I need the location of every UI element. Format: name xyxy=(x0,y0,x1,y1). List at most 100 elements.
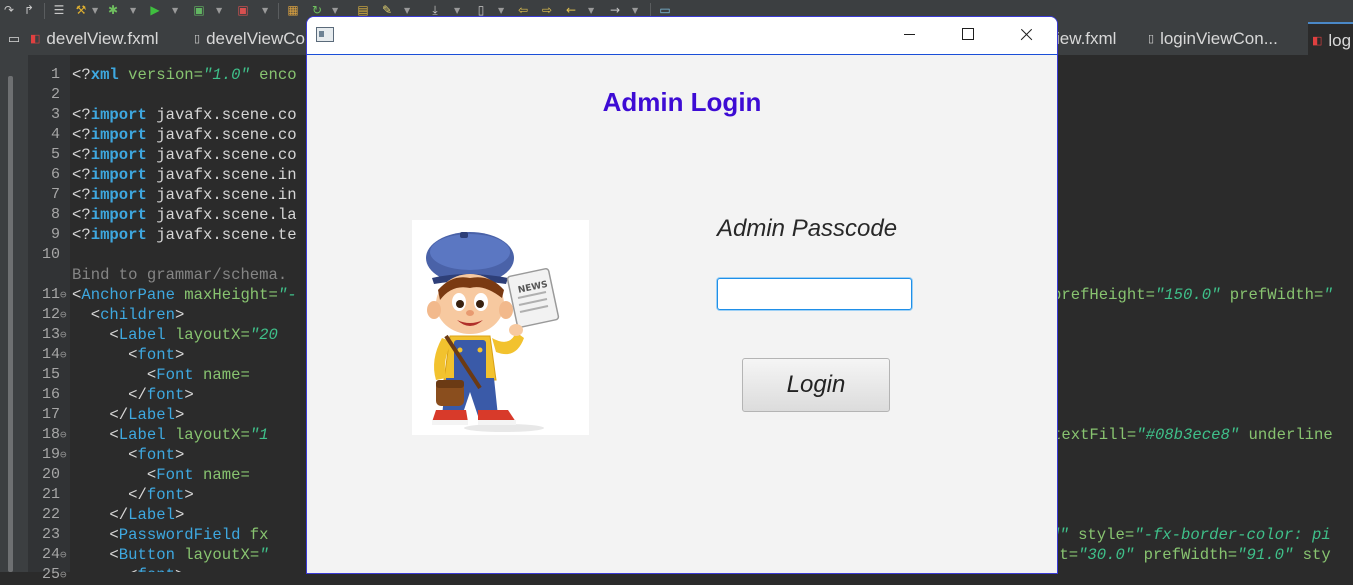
build-icon[interactable]: ⚒ xyxy=(74,3,88,17)
debug-icon[interactable]: ✱ xyxy=(106,3,120,17)
forward-icon[interactable]: → xyxy=(608,3,622,17)
toolbar-separator xyxy=(44,3,45,19)
tab-devel-view-controller[interactable]: ▯ develViewCo xyxy=(194,22,306,55)
nav-down-icon[interactable]: ⤓ xyxy=(428,3,442,17)
restore-icon[interactable]: ▭ xyxy=(0,22,28,55)
code-token: </ xyxy=(72,506,129,524)
newsboy-illustration: NEWS xyxy=(426,232,560,432)
chevron-down-icon[interactable]: ▼ xyxy=(216,4,222,18)
run-icon[interactable]: ▶ xyxy=(148,3,162,17)
line-number: 25 xyxy=(41,566,60,583)
code-line: Bind to grammar/schema. xyxy=(72,265,287,285)
back-icon[interactable]: ← xyxy=(564,3,578,17)
code-token: javafx.scene.co xyxy=(146,106,297,124)
line-number: 4 xyxy=(50,126,60,143)
code-token: </ xyxy=(72,386,147,404)
code-line: <Button layoutX=" xyxy=(72,545,268,565)
code-token: Button xyxy=(118,546,175,564)
code-token: " xyxy=(1323,286,1333,304)
code-line: textFill="#08b3ece8" underline xyxy=(1052,425,1333,445)
code-token: "#08b3ece8" xyxy=(1136,426,1240,444)
line-number: 20 xyxy=(41,466,60,483)
refresh-icon[interactable]: ↻ xyxy=(310,3,324,17)
code-token: javafx.scene.la xyxy=(146,206,297,224)
code-token: <? xyxy=(72,106,91,124)
code-token: "- xyxy=(277,286,297,304)
code-token: fx xyxy=(240,526,269,544)
code-line: <AnchorPane maxHeight="- xyxy=(72,285,297,305)
code-line: </Label> xyxy=(72,405,184,425)
nav-doc-icon[interactable]: ▯ xyxy=(474,3,488,17)
code-token: <? xyxy=(72,226,91,244)
login-button[interactable]: Login xyxy=(742,358,890,412)
code-line: <?import javafx.scene.co xyxy=(72,105,297,125)
code-token: Label xyxy=(118,326,166,344)
tab-login-view-controller[interactable]: ▯ loginViewCon... xyxy=(1148,22,1304,55)
fold-toggle-icon[interactable]: ⊖ xyxy=(60,565,67,585)
code-token: maxHeight= xyxy=(174,286,278,304)
line-number: 8 xyxy=(50,206,60,223)
code-token: textFill= xyxy=(1052,426,1137,444)
terminal-icon[interactable]: ▭ xyxy=(658,3,672,17)
code-line: <font> xyxy=(72,345,184,365)
line-number: 14 xyxy=(41,346,60,363)
chevron-down-icon[interactable]: ▼ xyxy=(262,4,268,18)
code-line: <children> xyxy=(72,305,185,325)
page-title: Admin Login xyxy=(602,87,762,117)
code-token: <? xyxy=(72,126,91,144)
line-number: 10 xyxy=(41,246,60,263)
close-button[interactable] xyxy=(1003,17,1049,53)
code-token: "1.0" xyxy=(203,66,250,84)
fold-toggle-icon[interactable]: ⊖ xyxy=(60,545,67,565)
code-token: Label xyxy=(118,426,166,444)
fold-toggle-icon[interactable]: ⊖ xyxy=(60,285,67,305)
stop-config-icon[interactable]: ▣ xyxy=(236,3,250,17)
window-title-bar[interactable] xyxy=(307,17,1057,55)
code-token: import xyxy=(90,146,147,164)
newsboy-cartoon-image: NEWS xyxy=(412,220,589,435)
line-number: 21 xyxy=(41,486,60,503)
code-line: <?import javafx.scene.te xyxy=(72,225,297,245)
code-token: javafx.scene.in xyxy=(146,166,297,184)
code-line: </font> xyxy=(72,385,194,405)
code-token: <? xyxy=(72,166,91,184)
brush-icon[interactable]: ✎ xyxy=(380,3,394,17)
tab-devel-view-fxml[interactable]: ◧ develView.fxml xyxy=(30,22,190,55)
tab-login-fxml[interactable]: ◧ log xyxy=(1308,22,1353,55)
code-token: name= xyxy=(193,466,250,484)
chevron-down-icon[interactable]: ▼ xyxy=(92,4,98,18)
fold-toggle-icon[interactable]: ⊖ xyxy=(60,325,67,345)
chevron-down-icon[interactable]: ▼ xyxy=(172,4,178,18)
chevron-down-icon[interactable]: ▼ xyxy=(130,4,136,18)
code-line: d" style="-fx-border-color: pi xyxy=(1050,525,1331,545)
overview-scrollbar[interactable] xyxy=(8,76,13,572)
undo-icon[interactable]: ↱ xyxy=(22,3,36,17)
redo-icon[interactable]: ↷ xyxy=(2,3,16,17)
minimize-button[interactable] xyxy=(887,17,933,53)
prev-edit-icon[interactable]: ⇦ xyxy=(516,3,530,17)
code-token: name= xyxy=(193,366,250,384)
run-config-icon[interactable]: ▣ xyxy=(192,3,206,17)
code-token: <? xyxy=(72,66,91,84)
package-icon[interactable]: ▦ xyxy=(286,3,300,17)
code-token: layoutX= xyxy=(174,546,260,564)
code-token: children xyxy=(100,306,175,324)
tab-view-fxml[interactable]: iew.fxml xyxy=(1056,22,1146,55)
fold-toggle-icon[interactable]: ⊖ xyxy=(60,445,67,465)
list-icon[interactable]: ☰ xyxy=(52,3,66,17)
code-line: <Label layoutX="20 xyxy=(72,325,277,345)
code-token: < xyxy=(72,446,138,464)
passcode-input[interactable] xyxy=(717,278,912,310)
folder-icon[interactable]: ▤ xyxy=(356,3,370,17)
line-number: 19 xyxy=(41,446,60,463)
fold-toggle-icon[interactable]: ⊖ xyxy=(60,425,67,445)
line-number: 18 xyxy=(41,426,60,443)
fold-toggle-icon[interactable]: ⊖ xyxy=(60,345,67,365)
line-number-gutter: 1 2 3 4 5 6 7 8 9 10 11 ⊖ 12 ⊖ 13 ⊖ 14 ⊖ 15 16 17 18 ⊖ 19 ⊖ 20 21 2… xyxy=(28,55,70,583)
toolbar-separator xyxy=(278,3,279,19)
code-token: "30.0" xyxy=(1078,546,1135,564)
maximize-button[interactable] xyxy=(945,17,991,53)
fold-toggle-icon[interactable]: ⊖ xyxy=(60,305,67,325)
next-edit-icon[interactable]: ⇨ xyxy=(540,3,554,17)
code-token: xml xyxy=(90,66,119,84)
